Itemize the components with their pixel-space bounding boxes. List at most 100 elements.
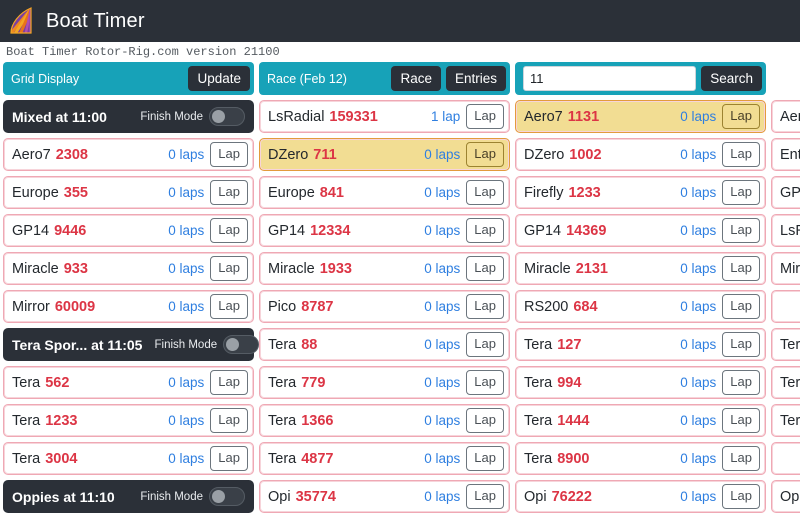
update-button[interactable]: Update [188,65,250,92]
search-input[interactable] [523,66,697,91]
boat-class: LsRadial [268,108,325,125]
lap-button[interactable]: Lap [466,256,504,281]
lap-count: 1 lap [431,109,461,124]
boat-sail-number: 2131 [575,260,608,277]
boat-entry-row[interactable]: LsRadial 159331 1 lap Lap [259,100,510,133]
boat-entry-row[interactable]: GP14 9446 0 laps Lap [3,214,254,247]
boat-entry-row[interactable]: Pico 8787 0 laps Lap [259,290,510,323]
boat-entry-row[interactable]: Tera 127 0 laps Lap [515,328,766,361]
search-button[interactable]: Search [701,65,762,92]
lap-count: 0 laps [424,413,461,428]
boat-entry-row[interactable]: DZero 1002 0 laps Lap [515,138,766,171]
boat-entry-row[interactable]: RS200 684 0 laps Lap [515,290,766,323]
lap-count: 0 laps [424,337,461,352]
boat-entry-row[interactable]: Tera 1444 0 laps Lap [515,404,766,437]
lap-button[interactable]: Lap [722,408,760,433]
boat-entry-row[interactable]: Europe 355 0 laps Lap [3,176,254,209]
boat-entry-row[interactable]: Tera [771,328,800,361]
boat-entry-row[interactable]: Mirr [771,252,800,285]
lap-button[interactable]: Lap [466,370,504,395]
lap-button[interactable]: Lap [722,332,760,357]
lap-button[interactable]: Lap [466,446,504,471]
boat-entry-row[interactable]: Tera [771,404,800,437]
lap-button[interactable]: Lap [466,218,504,243]
lap-button[interactable]: Lap [466,294,504,319]
boat-entry-row[interactable]: LsR [771,214,800,247]
boat-entry-row[interactable]: Mirror 60009 0 laps Lap [3,290,254,323]
lap-button[interactable]: Lap [466,180,504,205]
boat-entry-row[interactable]: Europe 841 0 laps Lap [259,176,510,209]
lap-button[interactable]: Lap [722,484,760,509]
boat-class: Opi [524,488,547,505]
lap-button[interactable]: Lap [466,332,504,357]
lap-button[interactable]: Lap [722,256,760,281]
boat-class: Miracle [12,260,59,277]
boat-entry-row[interactable]: Tera [771,366,800,399]
lap-count: 0 laps [168,185,205,200]
lap-button[interactable]: Lap [466,104,504,129]
boat-entry-row[interactable]: Opi 35774 0 laps Lap [259,480,510,513]
boat-entry-row[interactable]: Tera 3004 0 laps Lap [3,442,254,475]
lap-button[interactable]: Lap [722,104,760,129]
lap-count: 0 laps [424,147,461,162]
boat-entry-row[interactable]: Tera 562 0 laps Lap [3,366,254,399]
boat-class: Tera [12,412,41,429]
lap-button[interactable]: Lap [210,294,248,319]
boat-entry-row[interactable]: Opi [771,480,800,513]
boat-entry-row[interactable]: Tera 994 0 laps Lap [515,366,766,399]
lap-button[interactable]: Lap [466,408,504,433]
lap-button[interactable]: Lap [722,370,760,395]
toggle-knob [226,338,240,351]
boat-entry-row[interactable]: Tera 88 0 laps Lap [259,328,510,361]
boat-class: LsR [780,222,800,239]
finish-mode-toggle[interactable] [209,487,245,506]
boat-entry-row[interactable]: Tera 779 0 laps Lap [259,366,510,399]
lap-button[interactable]: Lap [722,294,760,319]
boat-sail-number: 2308 [55,146,88,163]
lap-button[interactable]: Lap [210,446,248,471]
boat-entry-row[interactable]: Miracle 1933 0 laps Lap [259,252,510,285]
boat-entry-row[interactable]: Tera 4877 0 laps Lap [259,442,510,475]
boat-entry-row[interactable]: Tera 1233 0 laps Lap [3,404,254,437]
lap-count: 0 laps [680,451,717,466]
boat-sail-number: 8900 [557,450,590,467]
lap-button[interactable]: Lap [210,256,248,281]
lap-button[interactable]: Lap [466,484,504,509]
boat-sail-number: 8787 [301,298,334,315]
boat-class: Ent [780,146,800,163]
lap-button[interactable]: Lap [210,408,248,433]
boat-entry-row[interactable]: GP1 [771,176,800,209]
boat-entry-row[interactable]: Miracle 2131 0 laps Lap [515,252,766,285]
lap-count: 0 laps [680,185,717,200]
lap-count: 0 laps [680,223,717,238]
finish-mode-toggle[interactable] [209,107,245,126]
boat-entry-row[interactable]: Tera 8900 0 laps Lap [515,442,766,475]
boat-entry-row[interactable]: Miracle 933 0 laps Lap [3,252,254,285]
lap-button[interactable]: Lap [466,142,504,167]
boat-entry-row[interactable]: GP14 14369 0 laps Lap [515,214,766,247]
boat-entry-row[interactable]: Aero [771,100,800,133]
entries-button[interactable]: Entries [445,65,506,92]
boat-sail-number: 684 [573,298,598,315]
lap-button[interactable]: Lap [722,180,760,205]
lap-button[interactable]: Lap [210,218,248,243]
finish-mode-toggle[interactable] [223,335,260,354]
lap-button[interactable]: Lap [722,218,760,243]
fleet-group-title: Oppies at 11:10 [12,488,115,505]
lap-button[interactable]: Lap [722,142,760,167]
lap-button[interactable]: Lap [210,370,248,395]
boat-class: Tera [268,336,297,353]
boat-entry-row[interactable]: Firefly 1233 0 laps Lap [515,176,766,209]
boat-entry-row[interactable]: Aero7 1131 0 laps Lap [515,100,766,133]
boat-entry-row[interactable]: Opi 76222 0 laps Lap [515,480,766,513]
lap-button[interactable]: Lap [210,142,248,167]
race-button[interactable]: Race [391,65,441,92]
boat-entry-row[interactable]: Aero7 2308 0 laps Lap [3,138,254,171]
boat-entry-row[interactable]: DZero 711 0 laps Lap [259,138,510,171]
boat-entry-row[interactable]: GP14 12334 0 laps Lap [259,214,510,247]
lap-button[interactable]: Lap [722,446,760,471]
boat-entry-row[interactable]: Tera 1366 0 laps Lap [259,404,510,437]
lap-button[interactable]: Lap [210,180,248,205]
boat-entry-row[interactable]: Ent [771,138,800,171]
finish-mode-label: Finish Mode [154,338,218,351]
